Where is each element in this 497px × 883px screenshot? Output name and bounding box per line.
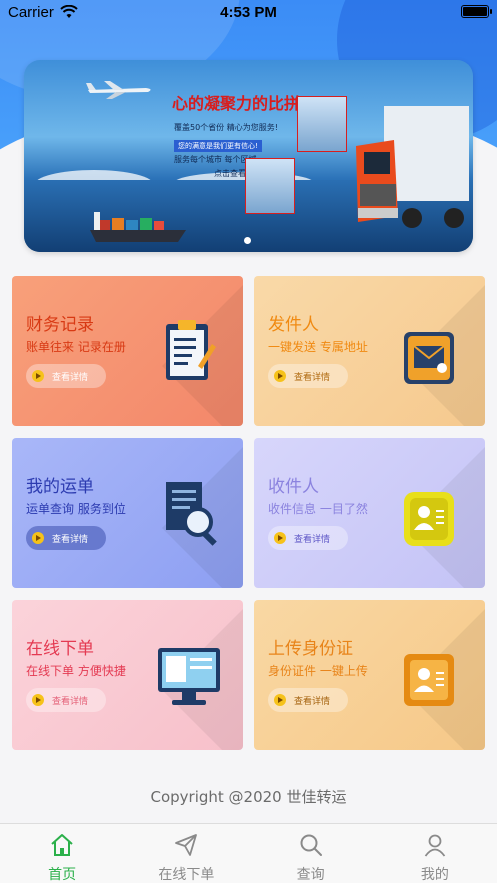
- airplane-image: [86, 81, 151, 99]
- view-details-button[interactable]: 查看详情: [268, 364, 348, 388]
- play-icon: [274, 532, 286, 544]
- card-subtitle: 账单往来 记录在册: [26, 340, 126, 354]
- id-card-icon: [404, 654, 454, 706]
- card-online-order[interactable]: 在线下单 在线下单 方便快捷 查看详情: [12, 600, 243, 750]
- tab-label: 在线下单: [158, 867, 215, 883]
- tab-home[interactable]: 首页: [0, 824, 124, 883]
- contact-card-icon: [404, 492, 454, 546]
- clock: 4:53 PM: [220, 4, 277, 21]
- card-title: 收件人: [268, 477, 319, 497]
- tab-online-order[interactable]: 在线下单: [124, 824, 248, 883]
- view-details-button[interactable]: 查看详情: [268, 526, 348, 550]
- card-upload-id[interactable]: 上传身份证 身份证件 一键上传 查看详情: [254, 600, 485, 750]
- carousel-indicator[interactable]: [244, 237, 251, 244]
- card-subtitle: 在线下单 方便快捷: [26, 664, 126, 678]
- copyright-text: Copyright @2020 世佳转运: [150, 788, 347, 806]
- card-title: 财务记录: [26, 315, 94, 335]
- banner-thumb-truck: [245, 158, 295, 214]
- card-sender[interactable]: 发件人 一键发送 专属地址 查看详情: [254, 276, 485, 426]
- card-subtitle: 身份证件 一键上传: [268, 664, 368, 678]
- card-subtitle: 收件信息 一目了然: [268, 502, 368, 516]
- card-title: 上传身份证: [268, 639, 353, 659]
- card-title: 我的运单: [26, 477, 94, 497]
- button-label: 查看详情: [52, 696, 89, 707]
- clipboard-icon: [166, 320, 216, 380]
- button-label: 查看详情: [294, 534, 331, 545]
- truck-image: [356, 106, 469, 228]
- tab-mine[interactable]: 我的: [373, 824, 497, 883]
- play-icon: [32, 370, 44, 382]
- view-details-button[interactable]: 查看详情: [26, 364, 106, 388]
- banner-headline: 心的凝聚力的比拼: [172, 94, 301, 113]
- play-icon: [32, 694, 44, 706]
- search-icon: [300, 834, 322, 856]
- tab-label: 我的: [420, 867, 449, 883]
- tab-label: 查询: [296, 867, 325, 883]
- card-subtitle: 一键发送 专属地址: [268, 340, 368, 354]
- play-icon: [32, 532, 44, 544]
- banner-thumb-plane: [297, 96, 347, 152]
- status-bar: Carrier 4:53 PM: [0, 0, 497, 28]
- view-details-button[interactable]: 查看详情: [26, 688, 106, 712]
- card-recipient[interactable]: 收件人 收件信息 一目了然 查看详情: [254, 438, 485, 588]
- button-label: 查看详情: [52, 372, 89, 383]
- button-label: 查看详情: [294, 696, 331, 707]
- view-details-button[interactable]: 查看详情: [268, 688, 348, 712]
- play-icon: [274, 694, 286, 706]
- mail-icon: [404, 332, 454, 384]
- card-title: 在线下单: [26, 639, 94, 659]
- banner-tag: 您的满意是我们更有信心!: [174, 140, 262, 152]
- card-my-waybills[interactable]: 我的运单 运单查询 服务到位 查看详情: [12, 438, 243, 588]
- home-icon: [51, 834, 73, 856]
- button-label: 查看详情: [294, 372, 331, 383]
- play-icon: [274, 370, 286, 382]
- button-label: 查看详情: [52, 534, 89, 545]
- card-title: 发件人: [268, 315, 319, 335]
- promo-banner[interactable]: 心的凝聚力的比拼 覆盖50个省份 精心为您服务! 您的满意是我们更有信心! 服务…: [24, 60, 473, 252]
- send-icon: [175, 834, 198, 856]
- tab-bar: 首页 在线下单 查询 我的: [0, 823, 497, 883]
- monitor-icon: [158, 648, 220, 705]
- card-subtitle: 运单查询 服务到位: [26, 502, 126, 516]
- document-search-icon: [166, 482, 217, 546]
- view-details-button[interactable]: 查看详情: [26, 526, 106, 550]
- user-icon: [424, 834, 446, 857]
- tab-label: 首页: [48, 867, 77, 883]
- card-finance-records[interactable]: 财务记录 账单往来 记录在册 查看详情: [12, 276, 243, 426]
- banner-line: 覆盖50个省份 精心为您服务!: [174, 123, 278, 132]
- tab-query[interactable]: 查询: [249, 824, 373, 883]
- cargo-ship-image: [90, 212, 186, 242]
- battery-icon: [461, 5, 492, 18]
